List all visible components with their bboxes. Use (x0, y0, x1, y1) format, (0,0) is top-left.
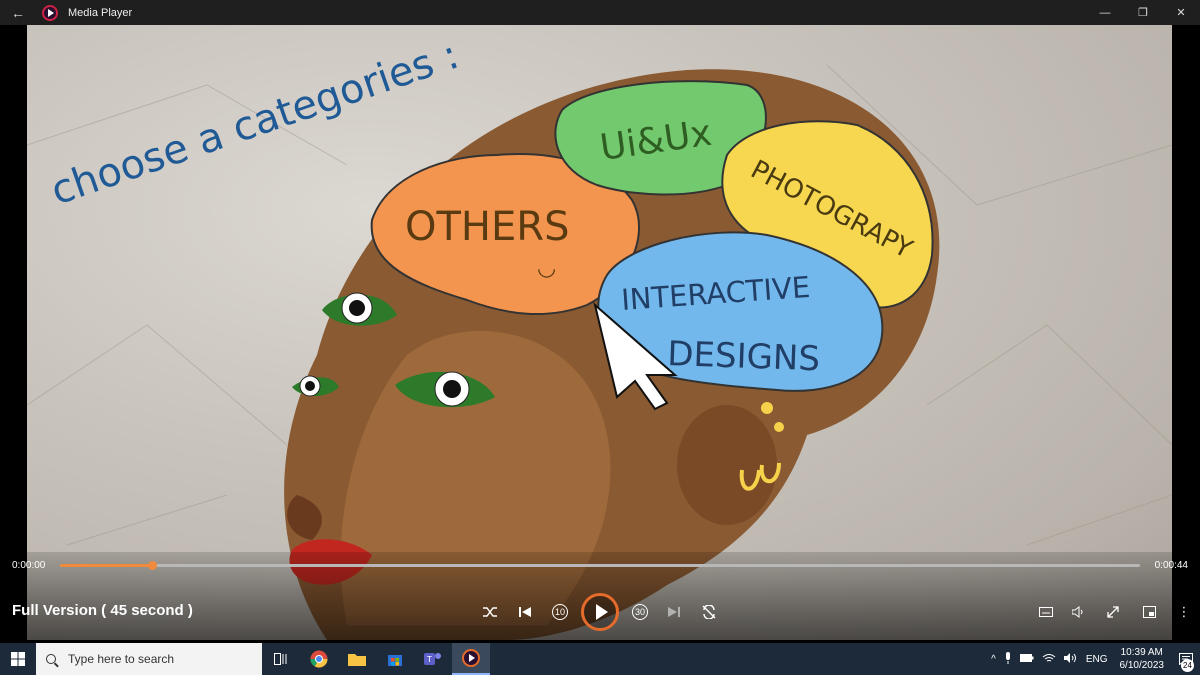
volume-icon (1072, 606, 1083, 618)
mini-player-icon (1142, 606, 1156, 618)
search-icon (46, 654, 56, 664)
tray-chevron-icon[interactable]: ^ (991, 654, 996, 665)
rewind-10-icon: 10 (552, 604, 568, 620)
taskbar-media-player[interactable] (452, 643, 490, 675)
svg-text:T: T (426, 655, 432, 664)
mini-player-button[interactable] (1135, 598, 1163, 626)
rewind-10-button[interactable]: 10 (546, 598, 574, 626)
previous-icon (519, 607, 531, 617)
task-view-button[interactable] (262, 643, 300, 675)
taskbar-chrome[interactable] (300, 643, 338, 675)
language-indicator[interactable]: ENG (1086, 654, 1108, 665)
forward-30-icon: 30 (632, 604, 648, 620)
video-frame[interactable]: choose a categories : OTHERS ◡ Ui&Ux PHO… (27, 25, 1172, 640)
media-player-icon (462, 649, 480, 667)
taskbar-file-explorer[interactable] (338, 643, 376, 675)
taskbar-teams[interactable]: T (414, 643, 452, 675)
back-button[interactable]: ← (0, 0, 36, 25)
media-player-app-icon (42, 4, 58, 21)
fullscreen-icon (1107, 606, 1119, 618)
close-icon: ✕ (1176, 7, 1186, 19)
subtitles-button[interactable] (1032, 598, 1060, 626)
taskbar-store[interactable] (376, 643, 414, 675)
search-placeholder: Type here to search (68, 652, 175, 666)
clock-time: 10:39 AM (1120, 647, 1163, 658)
fullscreen-button[interactable] (1099, 598, 1127, 626)
smiley-icon: ◡ (537, 256, 556, 281)
start-button[interactable] (0, 643, 36, 675)
playback-controls: 0:00:00 0:00:44 Full Version ( 45 second… (0, 552, 1200, 640)
back-arrow-icon: ← (11, 4, 25, 21)
restore-icon: ❐ (1138, 7, 1148, 19)
shuffle-button[interactable] (476, 598, 504, 626)
window-title: Media Player (68, 6, 133, 19)
media-title: Full Version ( 45 second ) (12, 602, 193, 619)
window-controls: — ❐ ✕ (1086, 0, 1200, 25)
wifi-icon[interactable] (1042, 653, 1056, 666)
minimize-button[interactable]: — (1086, 0, 1124, 25)
repeat-button[interactable] (695, 598, 723, 626)
current-time: 0:00:00 (12, 560, 46, 571)
video-artwork: choose a categories : OTHERS ◡ Ui&Ux PHO… (27, 32, 1172, 640)
seek-bar[interactable] (60, 561, 1140, 570)
taskbar-search[interactable]: Type here to search (36, 643, 262, 675)
volume-button[interactable] (1064, 598, 1092, 626)
next-icon (668, 607, 680, 617)
notification-center-button[interactable]: 24 (1172, 643, 1200, 675)
taskbar-clock[interactable]: 10:39 AM 6/10/2023 (1120, 646, 1165, 672)
next-button[interactable] (660, 598, 688, 626)
forward-30-button[interactable]: 30 (626, 598, 654, 626)
seek-progress (60, 564, 152, 567)
folder-icon (348, 654, 366, 666)
total-time: 0:00:44 (1154, 560, 1188, 571)
seek-thumb[interactable] (147, 561, 157, 570)
task-view-icon (274, 653, 287, 665)
play-button[interactable] (581, 593, 619, 631)
chrome-icon (310, 650, 328, 668)
repeat-off-icon (702, 605, 716, 619)
restore-button[interactable]: ❐ (1124, 0, 1162, 25)
store-icon (388, 655, 402, 666)
category-designs-label: DESIGNS (667, 334, 821, 379)
more-icon: ⋮ (1177, 604, 1191, 619)
teams-icon: T (424, 653, 441, 665)
clock-date: 6/10/2023 (1119, 660, 1165, 671)
more-options-button[interactable]: ⋮ (1170, 598, 1198, 626)
minimize-icon: — (1099, 6, 1111, 19)
notification-count: 24 (1181, 659, 1194, 672)
speaker-icon[interactable] (1063, 652, 1078, 666)
subtitles-icon (1039, 607, 1053, 617)
shuffle-icon (483, 607, 497, 617)
system-tray: ^ ENG 10:39 AM 6/10/2023 24 (987, 643, 1200, 675)
windows-icon (11, 652, 25, 666)
previous-button[interactable] (511, 598, 539, 626)
taskbar: Type here to search T ^ ENG 10:39 AM 6/1… (0, 643, 1200, 675)
title-bar: ← Media Player — ❐ ✕ (0, 0, 1200, 25)
battery-icon[interactable] (1019, 653, 1034, 665)
category-others-label: OTHERS (405, 204, 569, 250)
close-button[interactable]: ✕ (1162, 0, 1200, 25)
microphone-icon[interactable] (1004, 651, 1012, 667)
